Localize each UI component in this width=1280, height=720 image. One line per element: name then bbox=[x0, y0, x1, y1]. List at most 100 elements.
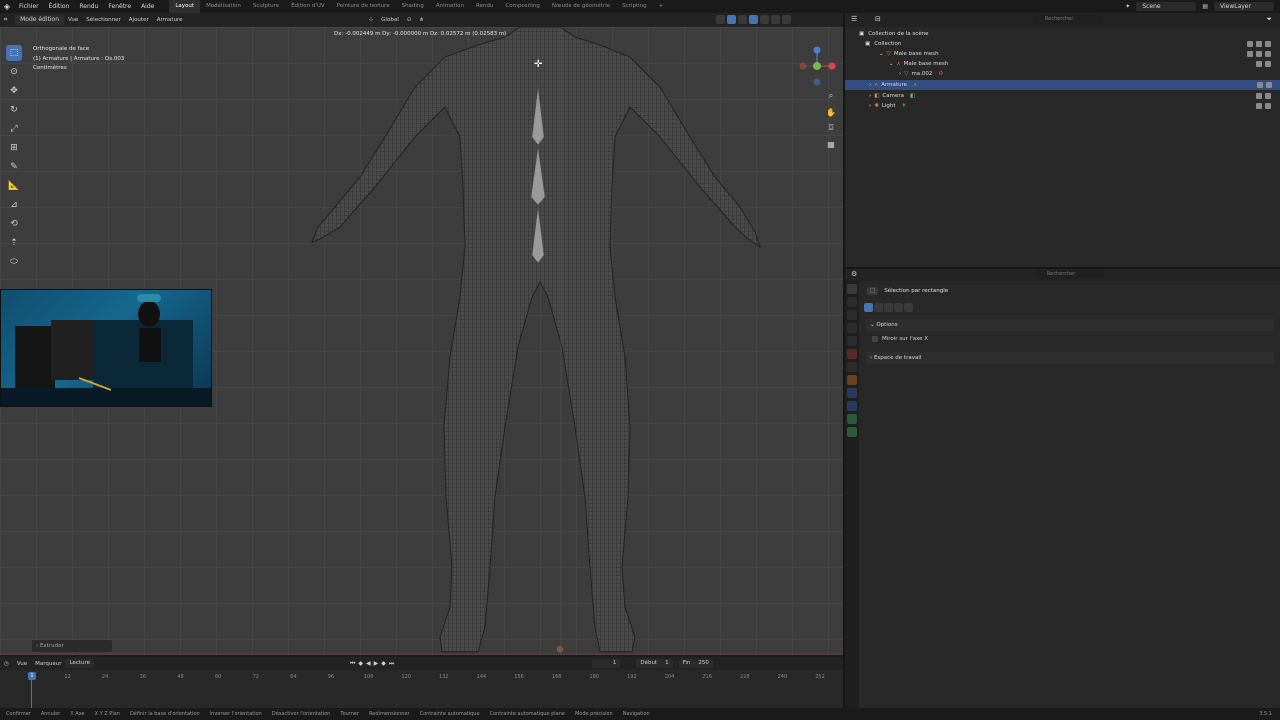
roll-icon[interactable]: ⟲ bbox=[6, 216, 22, 232]
playback-dropdown[interactable]: Lecture bbox=[65, 659, 95, 668]
physics-tab-icon[interactable] bbox=[847, 388, 857, 398]
checkbox-icon[interactable] bbox=[1247, 51, 1253, 57]
menu-select[interactable]: Sélectionner bbox=[82, 17, 124, 23]
add-workspace-icon[interactable]: + bbox=[653, 0, 670, 13]
eye-icon[interactable] bbox=[1256, 93, 1262, 99]
timeline-menu-marker[interactable]: Marqueur bbox=[31, 661, 65, 667]
mode-intersect-icon[interactable] bbox=[904, 303, 913, 312]
orientation-icon[interactable]: ⊹ bbox=[365, 17, 378, 23]
timeline[interactable]: 1 12 24 36 48 60 72 84 96 108 120 132 144 156 168 180 19… bbox=[0, 670, 843, 708]
outliner-row[interactable]: ⌄ ▽ Male base mesh bbox=[879, 49, 1279, 59]
envelope-icon[interactable]: ⬭ bbox=[6, 254, 22, 270]
camera-icon[interactable] bbox=[1265, 51, 1271, 57]
tab-scripting[interactable]: Scripting bbox=[616, 0, 652, 13]
play-reverse-icon[interactable]: ◀ bbox=[366, 660, 371, 667]
outliner-row[interactable]: ▣ Collection bbox=[865, 39, 1279, 49]
menu-render[interactable]: Rendu bbox=[74, 3, 103, 10]
outliner-editor-icon[interactable]: ☰ bbox=[851, 15, 857, 23]
eye-icon[interactable] bbox=[1256, 41, 1262, 47]
tab-modeling[interactable]: Modélisation bbox=[200, 0, 247, 13]
tab-geometry-nodes[interactable]: Nœuds de géométrie bbox=[546, 0, 616, 13]
chevron-right-icon[interactable]: › bbox=[869, 101, 871, 111]
collection-tab-icon[interactable] bbox=[847, 362, 857, 372]
overlay-toggle-icon[interactable] bbox=[727, 15, 736, 24]
menu-edit[interactable]: Édition bbox=[44, 3, 75, 10]
measure-icon[interactable]: 📐 bbox=[6, 178, 22, 194]
shading-solid-icon[interactable] bbox=[760, 15, 769, 24]
eye-icon[interactable] bbox=[1257, 82, 1263, 88]
3d-cursor-icon[interactable]: ⊕ bbox=[556, 645, 564, 655]
camera-view-icon[interactable]: ⌼ bbox=[824, 121, 838, 135]
editor-type-icon[interactable]: ⌗ bbox=[0, 17, 11, 24]
scene-selector[interactable]: Scene bbox=[1136, 2, 1197, 11]
play-icon[interactable]: ▶ bbox=[374, 660, 379, 667]
outliner-row[interactable]: ▣ Collection de la scène bbox=[859, 29, 1279, 39]
prev-keyframe-icon[interactable]: ◆ bbox=[358, 660, 363, 667]
timeline-menu-view[interactable]: Vue bbox=[13, 661, 31, 667]
timeline-editor-icon[interactable]: ◷ bbox=[0, 661, 13, 667]
outliner-row[interactable]: › ▽ ma.002 ⚙ bbox=[899, 69, 1279, 79]
menu-help[interactable]: Aide bbox=[136, 3, 159, 10]
mirror-x-option[interactable]: Miroir sur l'axe X bbox=[872, 336, 928, 342]
viewlayer-selector[interactable]: ViewLayer bbox=[1214, 2, 1274, 11]
mode-subtract-icon[interactable] bbox=[884, 303, 893, 312]
checkbox-icon[interactable] bbox=[1247, 41, 1253, 47]
menu-add[interactable]: Ajouter bbox=[125, 17, 153, 23]
tab-animation[interactable]: Animation bbox=[430, 0, 470, 13]
eye-icon[interactable] bbox=[1256, 61, 1262, 67]
properties-editor-icon[interactable]: ⚙ bbox=[851, 270, 857, 278]
chevron-down-icon[interactable]: ⌄ bbox=[879, 49, 884, 59]
chevron-right-icon[interactable]: › bbox=[869, 91, 871, 101]
options-section[interactable]: ⌄ Options bbox=[866, 319, 1274, 331]
jump-start-icon[interactable]: ⏮ bbox=[350, 660, 355, 668]
snap-icon[interactable]: ⋔ bbox=[415, 17, 428, 23]
display-mode-icon[interactable]: ⊟ bbox=[875, 15, 881, 23]
camera-icon[interactable] bbox=[1266, 82, 1272, 88]
gizmo-toggle-icon[interactable] bbox=[716, 15, 725, 24]
pivot-icon[interactable]: ⊙ bbox=[403, 17, 416, 23]
start-frame-field[interactable]: 1 bbox=[661, 659, 673, 668]
bone-tab-icon[interactable] bbox=[847, 427, 857, 437]
tab-compositing[interactable]: Compositing bbox=[499, 0, 545, 13]
select-box-icon[interactable]: ⬚ bbox=[6, 45, 22, 61]
eye-icon[interactable] bbox=[1256, 103, 1262, 109]
move-icon[interactable]: ✥ bbox=[6, 83, 22, 99]
tab-sculpting[interactable]: Sculpture bbox=[247, 0, 285, 13]
current-frame-field[interactable]: 1 bbox=[592, 659, 621, 668]
filter-icon[interactable]: ⏷ bbox=[1266, 15, 1272, 24]
menu-window[interactable]: Fenêtre bbox=[103, 3, 136, 10]
chevron-right-icon[interactable]: › bbox=[869, 80, 871, 90]
scale-icon[interactable]: ⤢ bbox=[6, 121, 22, 137]
mirror-x-checkbox[interactable] bbox=[872, 336, 878, 342]
end-frame-field[interactable]: 250 bbox=[694, 659, 713, 668]
mode-dropdown[interactable]: Mode édition bbox=[15, 15, 65, 25]
menu-view[interactable]: Vue bbox=[64, 17, 82, 23]
shading-wireframe-icon[interactable] bbox=[749, 15, 758, 24]
camera-icon[interactable] bbox=[1265, 61, 1271, 67]
tab-rendering[interactable]: Rendu bbox=[470, 0, 499, 13]
transform-icon[interactable]: ⊞ bbox=[6, 140, 22, 156]
chevron-right-icon[interactable]: › bbox=[899, 69, 901, 79]
outliner-row-selected[interactable]: › ⋏ Armature ⋏ bbox=[845, 80, 1280, 90]
tab-texture-paint[interactable]: Peinture de texture bbox=[331, 0, 396, 13]
scene-tab-icon[interactable] bbox=[847, 336, 857, 346]
mode-extend-icon[interactable] bbox=[874, 303, 883, 312]
object-tab-icon[interactable] bbox=[847, 375, 857, 385]
cursor-tool-icon[interactable]: ⊙ bbox=[6, 64, 22, 80]
eye-icon[interactable] bbox=[1256, 51, 1262, 57]
zoom-icon[interactable]: ⌕ bbox=[824, 89, 838, 103]
menu-armature[interactable]: Armature bbox=[153, 17, 187, 23]
view-layer-tab-icon[interactable] bbox=[847, 323, 857, 333]
outliner-row[interactable]: › ◧ Camera ◧ bbox=[869, 91, 1279, 101]
tab-uv-editing[interactable]: Édition d'UV bbox=[285, 0, 331, 13]
rotate-icon[interactable]: ↻ bbox=[6, 102, 22, 118]
operator-panel-extrude[interactable]: › Extruder bbox=[32, 640, 112, 652]
perspective-toggle-icon[interactable]: ▦ bbox=[824, 137, 838, 151]
render-tab-icon[interactable] bbox=[847, 297, 857, 307]
constraints-tab-icon[interactable] bbox=[847, 401, 857, 411]
outliner-row[interactable]: ⌄ ⋏ Male base mesh bbox=[889, 59, 1279, 69]
workspace-section[interactable]: › Espace de travail bbox=[866, 352, 1274, 364]
extrude-icon[interactable]: ⇡ bbox=[6, 235, 22, 251]
xray-icon[interactable] bbox=[738, 15, 747, 24]
playhead[interactable]: 1 bbox=[28, 672, 36, 680]
